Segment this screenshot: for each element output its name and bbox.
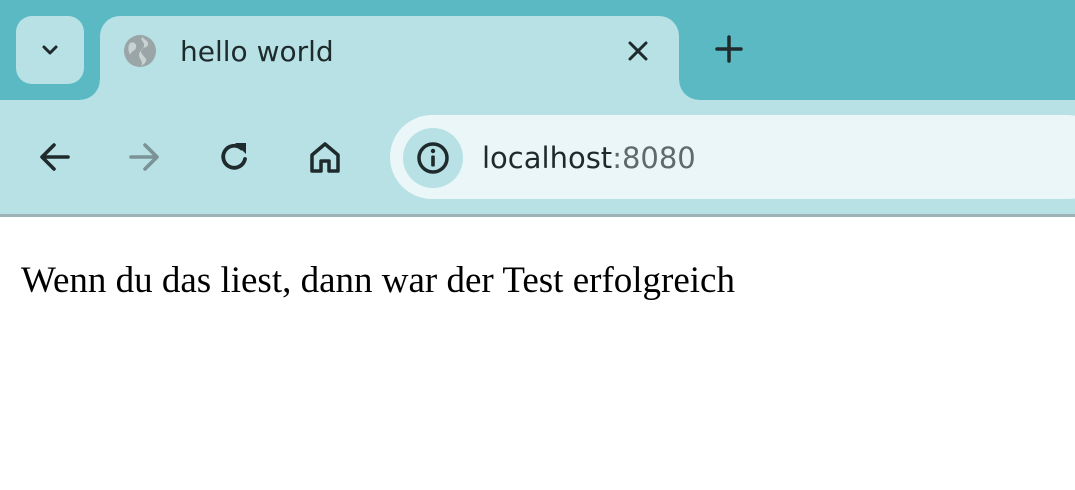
- arrow-right-icon: [126, 139, 162, 175]
- page-body-text: Wenn du das liest, dann war der Test erf…: [21, 260, 735, 301]
- tab-corner-left: [80, 80, 100, 100]
- arrow-left-icon: [37, 139, 73, 175]
- forward-button[interactable]: [121, 134, 167, 180]
- site-info-button[interactable]: [403, 128, 463, 188]
- tab-corner-right: [679, 80, 699, 100]
- address-url[interactable]: localhost:8080: [482, 138, 696, 178]
- tab-title: hello world: [180, 35, 334, 68]
- new-tab-button[interactable]: [708, 28, 750, 70]
- chevron-down-icon: [38, 38, 62, 62]
- tab-search-button[interactable]: [16, 16, 84, 84]
- plus-icon: [715, 35, 743, 63]
- home-icon: [307, 139, 343, 175]
- close-icon: [627, 40, 649, 62]
- url-port: :8080: [612, 141, 696, 175]
- toolbar-divider: [0, 214, 1075, 217]
- home-button[interactable]: [302, 134, 348, 180]
- url-host: localhost: [482, 141, 613, 175]
- globe-icon: [122, 33, 158, 69]
- info-icon: [415, 140, 451, 176]
- reload-button[interactable]: [211, 134, 257, 180]
- reload-icon: [216, 139, 252, 175]
- tab-close-button[interactable]: [620, 33, 656, 69]
- back-button[interactable]: [32, 134, 78, 180]
